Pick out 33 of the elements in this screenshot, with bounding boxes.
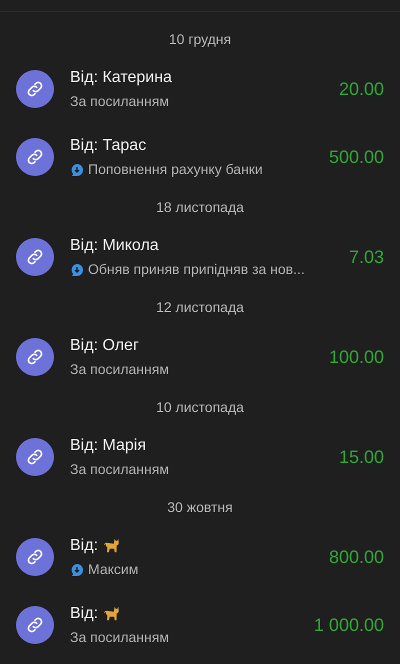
- transfer-description: За посиланням: [70, 360, 169, 379]
- transfer-description: За посиланням: [70, 92, 169, 111]
- sender-name: Від:: [70, 604, 98, 624]
- link-avatar-icon: [16, 238, 54, 276]
- sender-name: Від: Марія: [70, 436, 146, 456]
- amount: 7.03: [348, 246, 384, 268]
- transfer-description: За посиланням: [70, 628, 169, 647]
- transfer-description: Обняв приняв припідняв за нов...: [88, 260, 305, 279]
- sender-name: Від: Катерина: [70, 68, 172, 88]
- amount: 15.00: [338, 446, 384, 468]
- link-avatar-icon: [16, 438, 54, 476]
- sender-name: Від:: [70, 536, 98, 556]
- link-avatar-icon: [16, 338, 54, 376]
- transfer-description: За посиланням: [70, 460, 169, 479]
- date-header: 18 листопада: [156, 198, 244, 217]
- amount: 20.00: [338, 78, 384, 100]
- sender-name: Від: Микола: [70, 236, 159, 256]
- date-header: 30 жовтня: [167, 498, 233, 516]
- link-avatar-icon: [16, 138, 54, 176]
- amount: 1 000.00: [314, 614, 384, 636]
- link-avatar-icon: [16, 606, 54, 644]
- link-avatar-icon: [16, 70, 54, 108]
- date-header: 10 листопада: [156, 398, 244, 417]
- transfer-description: Максим: [88, 560, 138, 579]
- date-header: 12 листопада: [156, 298, 244, 317]
- amount: 800.00: [328, 546, 384, 568]
- amount: 100.00: [328, 346, 384, 368]
- sender-name: Від: Олег: [70, 336, 139, 356]
- sender-name: Від: Тарас: [70, 136, 146, 156]
- transfer-description: Поповнення рахунку банки: [88, 160, 263, 179]
- amount: 500.00: [328, 146, 384, 168]
- link-avatar-icon: [16, 538, 54, 576]
- date-header: 10 грудня: [168, 30, 232, 49]
